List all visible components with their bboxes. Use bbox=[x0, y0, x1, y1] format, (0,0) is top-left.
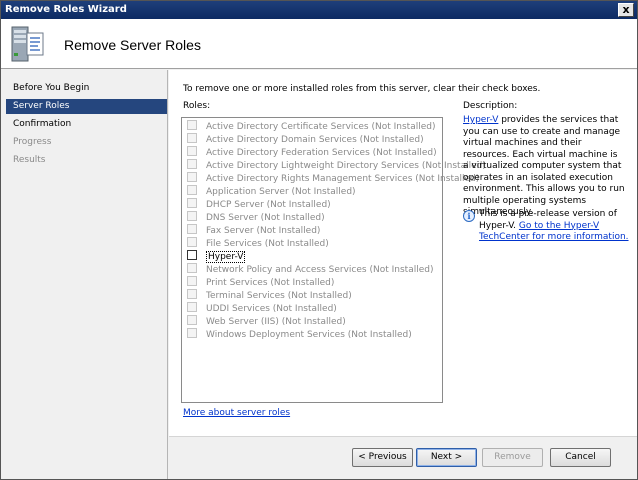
role-item: Web Server (IIS) (Not Installed) bbox=[187, 315, 346, 328]
wizard-steps-sidebar: Before You Begin Server Roles Confirmati… bbox=[1, 70, 168, 479]
role-checkbox bbox=[187, 263, 197, 273]
role-name: Print Services bbox=[206, 278, 268, 288]
role-status: (Not Installed) bbox=[266, 200, 331, 210]
role-name: Network Policy and Access Services bbox=[206, 265, 367, 275]
role-status: (Not Installed) bbox=[272, 304, 337, 314]
page-title: Remove Server Roles bbox=[64, 37, 201, 53]
remove-roles-wizard-window: Remove Roles Wizard x Remove Server Role… bbox=[0, 0, 638, 480]
role-status: (Not Installed) bbox=[281, 317, 346, 327]
sidebar-item-before-you-begin[interactable]: Before You Begin bbox=[6, 81, 167, 96]
sidebar-item-results: Results bbox=[13, 155, 46, 165]
description-text: provides the services that you can use t… bbox=[463, 115, 625, 217]
role-name: Fax Server bbox=[206, 226, 254, 236]
role-description: Hyper-V provides the services that you c… bbox=[463, 115, 625, 219]
role-checkbox bbox=[187, 237, 197, 247]
description-label: Description: bbox=[463, 101, 518, 111]
role-item: Active Directory Lightweight Directory S… bbox=[187, 159, 486, 172]
info-icon: i bbox=[463, 210, 475, 222]
roles-label: Roles: bbox=[183, 101, 211, 111]
role-item: File Services (Not Installed) bbox=[187, 237, 329, 250]
role-checkbox bbox=[187, 120, 197, 130]
role-item: Windows Deployment Services (Not Install… bbox=[187, 328, 412, 341]
role-name: DNS Server bbox=[206, 213, 258, 223]
role-status: (Not Installed) bbox=[347, 330, 412, 340]
role-item: Active Directory Domain Services (Not In… bbox=[187, 133, 424, 146]
more-about-server-roles-link[interactable]: More about server roles bbox=[183, 408, 290, 418]
button-bar: < Previous Next > Remove Cancel bbox=[169, 436, 637, 479]
role-name: Terminal Services bbox=[206, 291, 285, 301]
role-checkbox bbox=[187, 289, 197, 299]
role-item: Active Directory Federation Services (No… bbox=[187, 146, 437, 159]
server-wizard-icon bbox=[11, 26, 44, 62]
role-status: (Not Installed) bbox=[359, 135, 424, 145]
role-name: Windows Deployment Services bbox=[206, 330, 345, 340]
role-item: Application Server (Not Installed) bbox=[187, 185, 356, 198]
role-checkbox bbox=[187, 224, 197, 234]
role-item: Terminal Services (Not Installed) bbox=[187, 289, 352, 302]
role-checkbox bbox=[187, 185, 197, 195]
role-checkbox bbox=[187, 172, 197, 182]
role-item: DHCP Server (Not Installed) bbox=[187, 198, 331, 211]
role-checkbox bbox=[187, 133, 197, 143]
role-status: (Not Installed) bbox=[260, 213, 325, 223]
role-name: Active Directory Lightweight Directory S… bbox=[206, 161, 419, 171]
window-title: Remove Roles Wizard bbox=[5, 4, 127, 15]
role-status: (Not Installed) bbox=[372, 148, 437, 158]
role-item: Print Services (Not Installed) bbox=[187, 276, 334, 289]
previous-button[interactable]: < Previous bbox=[352, 448, 413, 467]
role-checkbox bbox=[187, 146, 197, 156]
role-status: (Not Installed) bbox=[256, 226, 321, 236]
hyper-v-link[interactable]: Hyper-V bbox=[463, 115, 498, 125]
remove-button: Remove bbox=[482, 448, 543, 467]
role-item: DNS Server (Not Installed) bbox=[187, 211, 325, 224]
role-name: UDDI Services bbox=[206, 304, 270, 314]
role-item: Active Directory Certificate Services (N… bbox=[187, 120, 435, 133]
role-status: (Not Installed) bbox=[264, 239, 329, 249]
role-item: Network Policy and Access Services (Not … bbox=[187, 263, 433, 276]
roles-list[interactable]: Active Directory Certificate Services (N… bbox=[181, 117, 486, 403]
wizard-header: Remove Server Roles bbox=[1, 19, 637, 69]
cancel-button[interactable]: Cancel bbox=[550, 448, 611, 467]
role-checkbox bbox=[187, 315, 197, 325]
role-status: (Not Installed) bbox=[371, 122, 436, 132]
sidebar-item-server-roles[interactable]: Server Roles bbox=[6, 99, 167, 114]
role-item: Fax Server (Not Installed) bbox=[187, 224, 320, 237]
role-status: (Not Installed) bbox=[270, 278, 335, 288]
role-status: (Not Installed) bbox=[369, 265, 434, 275]
role-checkbox bbox=[187, 211, 197, 221]
role-name: Application Server bbox=[206, 187, 289, 197]
role-name: Active Directory Certificate Services bbox=[206, 122, 369, 132]
role-checkbox bbox=[187, 302, 197, 312]
sidebar-item-progress: Progress bbox=[13, 137, 52, 147]
role-name: DHCP Server bbox=[206, 200, 264, 210]
title-bar[interactable]: Remove Roles Wizard x bbox=[1, 1, 637, 19]
next-button[interactable]: Next > bbox=[416, 448, 477, 467]
role-checkbox bbox=[187, 328, 197, 338]
hyper-v-checkbox[interactable] bbox=[187, 250, 197, 260]
close-button[interactable]: x bbox=[618, 3, 634, 17]
role-status: (Not Installed) bbox=[287, 291, 352, 301]
role-item-hyper-v[interactable]: Hyper-V bbox=[187, 250, 246, 263]
role-status: (Not Installed) bbox=[291, 187, 356, 197]
role-item: Active Directory Rights Management Servi… bbox=[187, 172, 479, 185]
role-checkbox bbox=[187, 198, 197, 208]
role-name: Active Directory Rights Management Servi… bbox=[206, 174, 413, 184]
role-checkbox bbox=[187, 159, 197, 169]
role-name: Active Directory Federation Services bbox=[206, 148, 370, 158]
instructions-text: To remove one or more installed roles fr… bbox=[183, 84, 541, 94]
role-item: UDDI Services (Not Installed) bbox=[187, 302, 337, 315]
wizard-content: To remove one or more installed roles fr… bbox=[169, 70, 637, 436]
info-message: This is a pre-release version of Hyper-V… bbox=[479, 209, 629, 244]
role-checkbox bbox=[187, 276, 197, 286]
sidebar-item-confirmation[interactable]: Confirmation bbox=[6, 117, 167, 132]
role-name[interactable]: Hyper-V bbox=[206, 251, 246, 263]
role-name: File Services bbox=[206, 239, 262, 249]
role-name: Web Server (IIS) bbox=[206, 317, 279, 327]
role-name: Active Directory Domain Services bbox=[206, 135, 357, 145]
